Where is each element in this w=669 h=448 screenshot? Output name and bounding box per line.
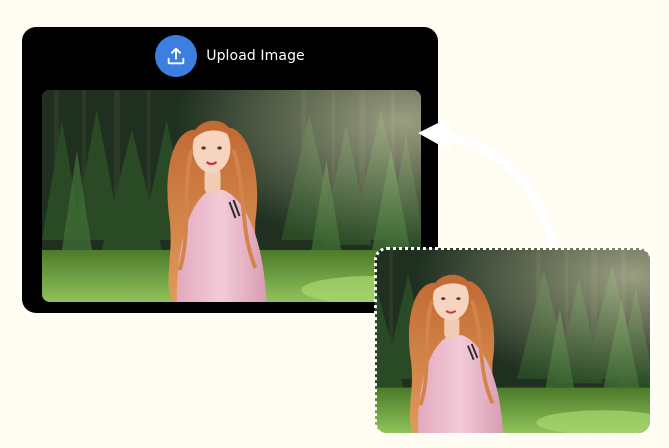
upload-row: Upload Image bbox=[22, 35, 438, 77]
upload-label[interactable]: Upload Image bbox=[206, 48, 305, 64]
thumbnail-drop-frame[interactable] bbox=[374, 247, 653, 436]
main-photo bbox=[42, 90, 421, 302]
forest-portrait-image bbox=[42, 90, 421, 302]
curved-arrow-icon bbox=[418, 117, 560, 260]
upload-image-button[interactable]: Upload Image bbox=[155, 35, 305, 77]
upload-icon[interactable] bbox=[155, 35, 198, 77]
